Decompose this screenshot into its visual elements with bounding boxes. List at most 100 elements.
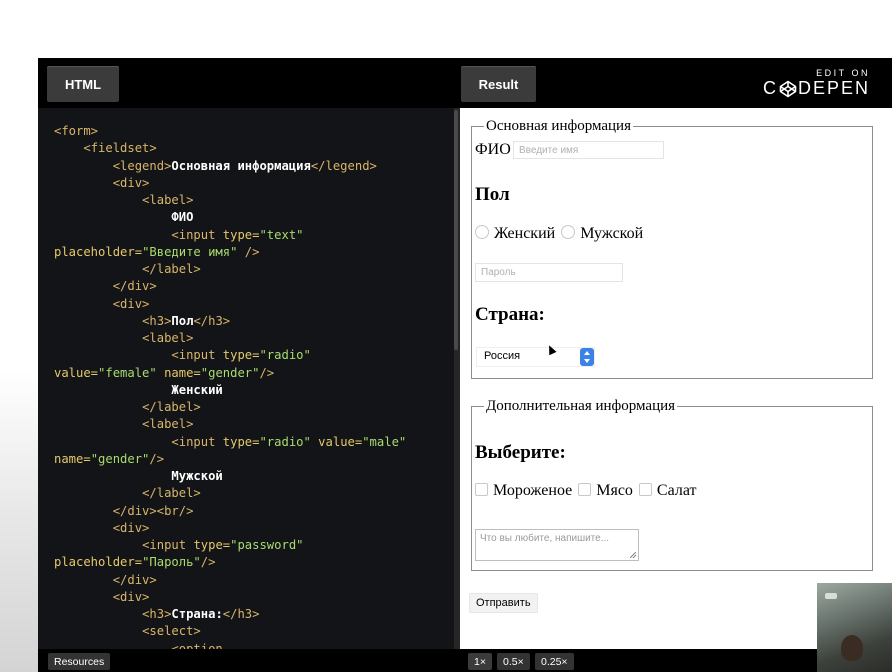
code-line[interactable]: name="gender"/> [54,451,454,468]
zoom-quarter-button[interactable]: 0.25× [535,653,574,670]
submit-button[interactable]: Отправить [469,593,538,613]
meat-label[interactable]: Мясо [596,482,633,499]
code-token: </div><br/> [112,503,194,518]
logo-edit-on: EDIT ON [816,68,870,78]
resize-handle-icon[interactable] [630,552,636,558]
salad-label[interactable]: Салат [657,482,697,499]
code-token: </label> [142,486,201,501]
radio-female[interactable] [475,225,489,239]
textarea-placeholder: Что вы любите, напишите... [480,533,610,544]
code-token: name= [156,365,201,380]
fio-input[interactable]: Введите имя [513,141,664,159]
tab-result[interactable]: Result [461,66,536,102]
gender-options: Женский Мужской [475,225,643,243]
code-token: /> [149,451,165,466]
webcam-light [825,593,837,599]
code-line[interactable]: </label> [54,485,454,502]
code-token: </label> [142,400,201,414]
code-line[interactable]: <label> [54,416,454,433]
code-line[interactable]: placeholder="Введите имя" /> [54,244,454,261]
code-line[interactable]: <legend>Основная информация</legend> [54,158,454,175]
code-line[interactable]: </div> [54,572,454,589]
code-token: placeholder= [54,555,143,570]
code-token: <div> [112,589,150,604]
code-line[interactable]: <div> [54,296,454,313]
webcam-overlay [817,583,892,672]
code-token: "text" [259,227,304,242]
checkbox-icecream[interactable] [475,483,488,496]
code-line[interactable]: <label> [54,192,454,209]
code-token: <div> [112,175,150,190]
codepen-logo[interactable]: EDIT ON C DEPEN [763,68,870,99]
preferences-textarea[interactable]: Что вы любите, напишите... [475,529,639,561]
tab-html[interactable]: HTML [47,66,119,102]
code-line[interactable]: <input type="radio" value="male" [54,434,454,451]
code-line[interactable]: </div> [54,278,454,295]
female-label[interactable]: Женский [494,225,555,242]
code-line[interactable]: </label> [54,399,454,416]
country-select[interactable]: Россия [476,347,595,367]
code-token: "gender" [200,365,260,380]
zoom-half-button[interactable]: 0.5× [497,653,530,670]
code-token: ФИО [171,210,194,225]
code-line[interactable]: Женский [54,382,454,399]
code-line[interactable]: <select> [54,623,454,640]
code-token: value= [54,365,99,380]
code-token: Основная информация [171,158,311,173]
code-line[interactable]: value="female" name="gender"/> [54,365,454,382]
checkbox-salad[interactable] [638,483,652,496]
code-line[interactable]: Мужской [54,468,454,485]
code-token: <option [171,641,223,650]
html-code-editor[interactable]: <form> <fieldset> <legend>Основная инфор… [38,108,454,649]
code-line[interactable]: <input type="text" [54,227,454,244]
password-input[interactable]: Пароль [475,263,623,282]
logo-wordmark: C DEPEN [763,78,870,99]
code-token: <input [171,434,223,449]
code-line[interactable]: <div> [54,175,454,192]
codepen-cube-icon [779,80,797,97]
icecream-label[interactable]: Мороженое [493,482,572,499]
code-line[interactable]: <div> [54,589,454,606]
code-line[interactable]: placeholder="Пароль"/> [54,554,454,571]
checkbox-meat[interactable] [578,483,592,496]
code-line[interactable]: </label> [54,261,454,278]
code-scrollbar[interactable] [454,110,458,350]
code-line[interactable]: ФИО [54,209,454,226]
resources-button[interactable]: Resources [48,653,111,670]
code-line[interactable]: </div><br/> [54,503,454,520]
code-line[interactable]: <fieldset> [54,140,454,157]
code-line[interactable]: <input type="radio" [54,347,454,364]
code-token: type= [193,538,231,552]
radio-male[interactable] [561,225,576,239]
code-token: "gender" [90,451,150,466]
male-label[interactable]: Мужской [580,225,643,242]
logo-right-text: DEPEN [797,78,870,98]
zoom-1x-button[interactable]: 1× [468,653,492,670]
code-line[interactable]: <h3>Пол</h3> [54,313,454,330]
code-line[interactable]: <h3>Страна:</h3> [54,606,454,623]
code-line[interactable]: <form> [54,123,454,140]
code-line[interactable]: <label> [54,330,454,347]
code-token: "Введите имя" [142,244,238,259]
select-arrows-icon[interactable] [580,348,594,366]
code-line[interactable]: <div> [54,520,454,537]
code-line[interactable]: <input type="password" [54,537,454,554]
code-token: name= [54,451,91,466]
code-token: Страна: [171,607,223,621]
code-line[interactable]: <option [54,641,454,650]
code-text[interactable]: <form> <fieldset> <legend>Основная инфор… [38,108,454,649]
code-token: <h3> [142,607,172,621]
code-token: <fieldset> [83,141,157,156]
